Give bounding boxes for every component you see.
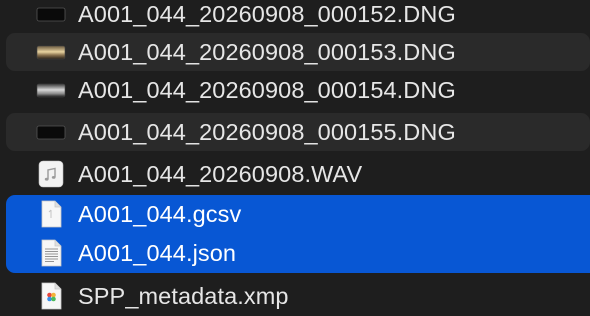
file-name: A001_044.json (78, 239, 237, 266)
file-name: A001_044_20260908_000155.DNG (78, 118, 456, 145)
xmp-document-icon (36, 281, 66, 311)
dng-thumbnail-icon (36, 117, 66, 147)
file-name: A001_044.gcsv (78, 200, 242, 227)
file-row[interactable]: A001_044.gcsv (6, 195, 590, 233)
file-row[interactable]: A001_044_20260908_000154.DNG (0, 71, 590, 109)
file-row[interactable]: SPP_metadata.xmp (0, 277, 590, 315)
file-name: A001_044_20260908_000153.DNG (78, 38, 456, 65)
text-document-icon (36, 238, 66, 268)
file-row[interactable]: A001_044_20260908_000152.DNG (0, 0, 590, 33)
file-list: A001_044_20260908_000152.DNG A001_044_20… (0, 0, 590, 316)
dng-thumbnail-icon (36, 37, 66, 67)
file-row[interactable]: A001_044_20260908_000155.DNG (6, 113, 590, 151)
generic-document-icon (36, 199, 66, 229)
audio-file-icon (36, 159, 66, 189)
file-row[interactable]: A001_044_20260908.WAV (0, 155, 590, 193)
file-name: A001_044_20260908.WAV (78, 160, 363, 187)
dng-thumbnail-icon (36, 0, 66, 29)
file-name: A001_044_20260908_000154.DNG (78, 76, 456, 103)
file-row[interactable]: A001_044_20260908_000153.DNG (6, 33, 590, 71)
file-name: A001_044_20260908_000152.DNG (78, 0, 456, 27)
file-row[interactable]: A001_044.json (6, 233, 590, 273)
dng-thumbnail-icon (36, 75, 66, 105)
file-name: SPP_metadata.xmp (78, 282, 289, 309)
